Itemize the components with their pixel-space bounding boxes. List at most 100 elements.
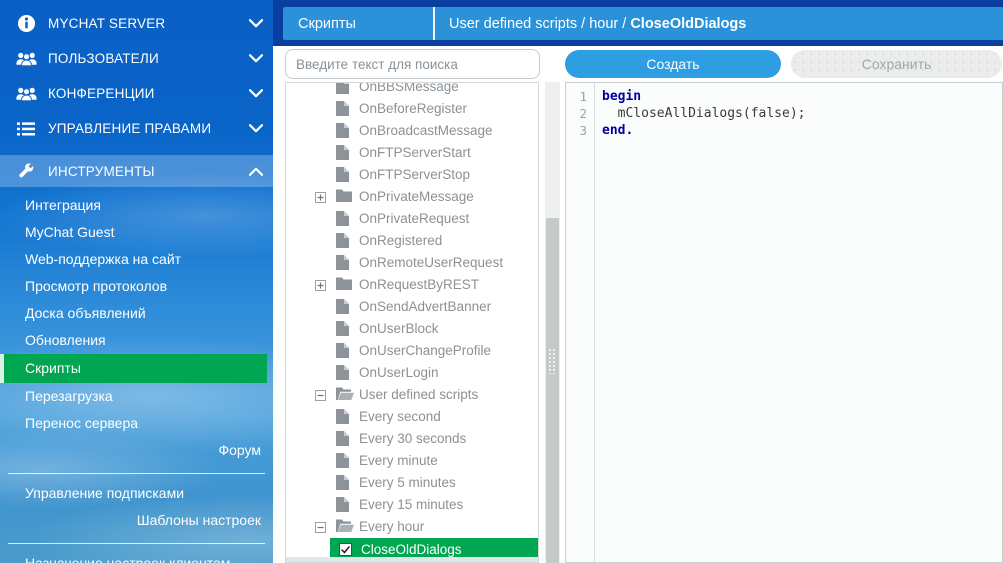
sidebar-item-subscriptions[interactable]: Управление подписками [0,480,273,507]
search-input[interactable] [285,49,540,79]
tree-item-onrequestbyrest[interactable]: OnRequestByREST [286,274,538,296]
breadcrumb-path: User defined scripts / hour / [449,16,630,32]
tab-scripts[interactable]: Скрипты [283,7,435,40]
vertical-scrollbar[interactable] [545,82,560,563]
tree-item-label: Every hour [359,516,424,538]
sidebar-section-users[interactable]: ПОЛЬЗОВАТЕЛИ [0,41,273,76]
sidebar-item-mychat-guest[interactable]: MyChat Guest [0,219,273,246]
tree-item-onregistered[interactable]: OnRegistered [286,230,538,252]
chevron-up-icon [247,167,263,176]
tree-item-label: OnRegistered [359,230,442,252]
tree-item-onsendadvertbanner[interactable]: OnSendAdvertBanner [286,296,538,318]
file-icon [336,343,349,361]
chevron-down-icon [247,54,263,63]
tree-item-onprivaterequest[interactable]: OnPrivateRequest [286,208,538,230]
expander-plus-icon[interactable] [315,279,326,290]
line-number-gutter: 123 [566,83,595,562]
tree-item-every-second[interactable]: Every second [286,406,538,428]
create-button[interactable]: Создать [565,50,781,78]
file-icon [336,211,349,229]
sidebar-item-server-move[interactable]: Перенос сервера [0,410,273,437]
tree-item-onuserlogin[interactable]: OnUserLogin [286,362,538,384]
tree-item-label: OnUserBlock [359,318,439,340]
tab-scripts-label: Скрипты [298,16,356,32]
code-line: end. [602,122,1002,139]
chevron-down-icon [247,19,263,28]
tree-item-label: Every 15 minutes [359,494,463,516]
tree-item-onuserchangeprofile[interactable]: OnUserChangeProfile [286,340,538,362]
tree-item-label: OnUserChangeProfile [359,340,491,362]
file-icon [336,233,349,251]
sidebar-item-protocols-view[interactable]: Просмотр протоколов [0,273,273,300]
tree-item-onftpserverstart[interactable]: OnFTPServerStart [286,142,538,164]
tree-item-label: OnBroadcastMessage [359,120,493,142]
tree-item-onbroadcastmessage[interactable]: OnBroadcastMessage [286,120,538,142]
file-icon [336,255,349,273]
users-icon [13,84,39,104]
tab-bar: Скрипты User defined scripts / hour / Cl… [283,7,1003,40]
tree-item-label: OnBBSMessage [359,82,459,98]
file-icon [336,497,349,515]
chevron-down-icon [247,89,263,98]
tree-item-label: CloseOldDialogs [361,542,462,557]
tree-item-label: Every minute [359,450,438,472]
sidebar-section-conferences[interactable]: КОНФЕРЕНЦИИ [0,76,273,111]
tree-item-onbbsmessage[interactable]: OnBBSMessage [286,82,538,98]
sidebar-divider [8,543,265,544]
scripts-tree: OnBBSMessageOnBeforeRegisterOnBroadcastM… [286,82,538,560]
chevron-down-icon [247,124,263,133]
tree-item-onbeforeregister[interactable]: OnBeforeRegister [286,98,538,120]
tree-item-label: OnRequestByREST [359,274,479,296]
sidebar-item-restart[interactable]: Перезагрузка [0,383,273,410]
sidebar-item-updates[interactable]: Обновления [0,327,273,354]
sidebar-section-mychat-server[interactable]: MYCHAT SERVER [0,6,273,41]
expander-plus-icon[interactable] [315,191,326,202]
editor-column: Создать Сохранить 123 begin mCloseAllDia… [565,46,1003,563]
tree-item-onremoteuserrequest[interactable]: OnRemoteUserRequest [286,252,538,274]
sidebar-section-tools[interactable]: ИНСТРУМЕНТЫ [0,155,273,187]
code-editor[interactable]: 123 begin mCloseAllDialogs(false);end. [565,82,1003,563]
tree-item-onftpserverstop[interactable]: OnFTPServerStop [286,164,538,186]
scrollbar-thumb[interactable] [546,218,559,563]
horizontal-scrollbar[interactable] [286,557,538,562]
tree-item-user-defined-scripts[interactable]: User defined scripts [286,384,538,406]
splitter-grip-icon[interactable] [548,348,557,374]
checkbox-icon[interactable] [339,543,352,556]
sidebar-item-client-settings[interactable]: Назначение настроек клиентам [0,550,273,563]
tree-item-every-15-minutes[interactable]: Every 15 minutes [286,494,538,516]
tree-item-label: OnBeforeRegister [359,98,467,120]
tree-item-every-minute[interactable]: Every minute [286,450,538,472]
tree-item-label: OnRemoteUserRequest [359,252,503,274]
main-area: Скрипты User defined scripts / hour / Cl… [273,0,1003,563]
save-button[interactable]: Сохранить [791,50,1002,78]
file-icon [336,145,349,163]
tree-item-every-5-minutes[interactable]: Every 5 minutes [286,472,538,494]
breadcrumb: User defined scripts / hour / CloseOldDi… [435,7,1003,40]
file-icon [336,453,349,471]
expander-minus-icon[interactable] [315,389,326,400]
tree-item-onuserblock[interactable]: OnUserBlock [286,318,538,340]
users-icon [13,49,39,69]
folder-open-icon [336,519,354,535]
sidebar-item-web-support[interactable]: Web-поддержка на сайт [0,246,273,273]
sidebar: MYCHAT SERVER ПОЛЬЗОВАТЕЛИ КОНФЕРЕНЦИИУПРА… [0,0,273,563]
sidebar-item-integration[interactable]: Интеграция [0,192,273,219]
code-token: mCloseAllDialogs(false); [602,106,806,121]
sidebar-section-rights-management[interactable]: УПРАВЛЕНИЕ ПРАВАМИ [0,111,273,146]
sidebar-tools-menu: ИнтеграцияMyChat GuestWeb-поддержка на с… [0,192,273,563]
sidebar-section-label: ПОЛЬЗОВАТЕЛИ [48,51,247,66]
tree-item-every-30-seconds[interactable]: Every 30 seconds [286,428,538,450]
tree-item-every-hour[interactable]: Every hour [286,516,538,538]
sidebar-item-forum[interactable]: Форум [0,437,273,464]
tree-item-onprivatemessage[interactable]: OnPrivateMessage [286,186,538,208]
sidebar-item-settings-templates[interactable]: Шаблоны настроек [0,507,273,534]
file-icon [336,123,349,141]
header-bar: Скрипты User defined scripts / hour / Cl… [273,0,1003,46]
wrench-icon [13,161,39,181]
code-area[interactable]: begin mCloseAllDialogs(false);end. [595,83,1002,562]
sidebar-section-label: ИНСТРУМЕНТЫ [48,164,247,179]
expander-minus-icon[interactable] [315,521,326,532]
sidebar-item-bulletin-board[interactable]: Доска объявлений [0,300,273,327]
tree-item-label: OnPrivateRequest [359,208,469,230]
sidebar-item-scripts[interactable]: Скрипты [0,354,267,383]
